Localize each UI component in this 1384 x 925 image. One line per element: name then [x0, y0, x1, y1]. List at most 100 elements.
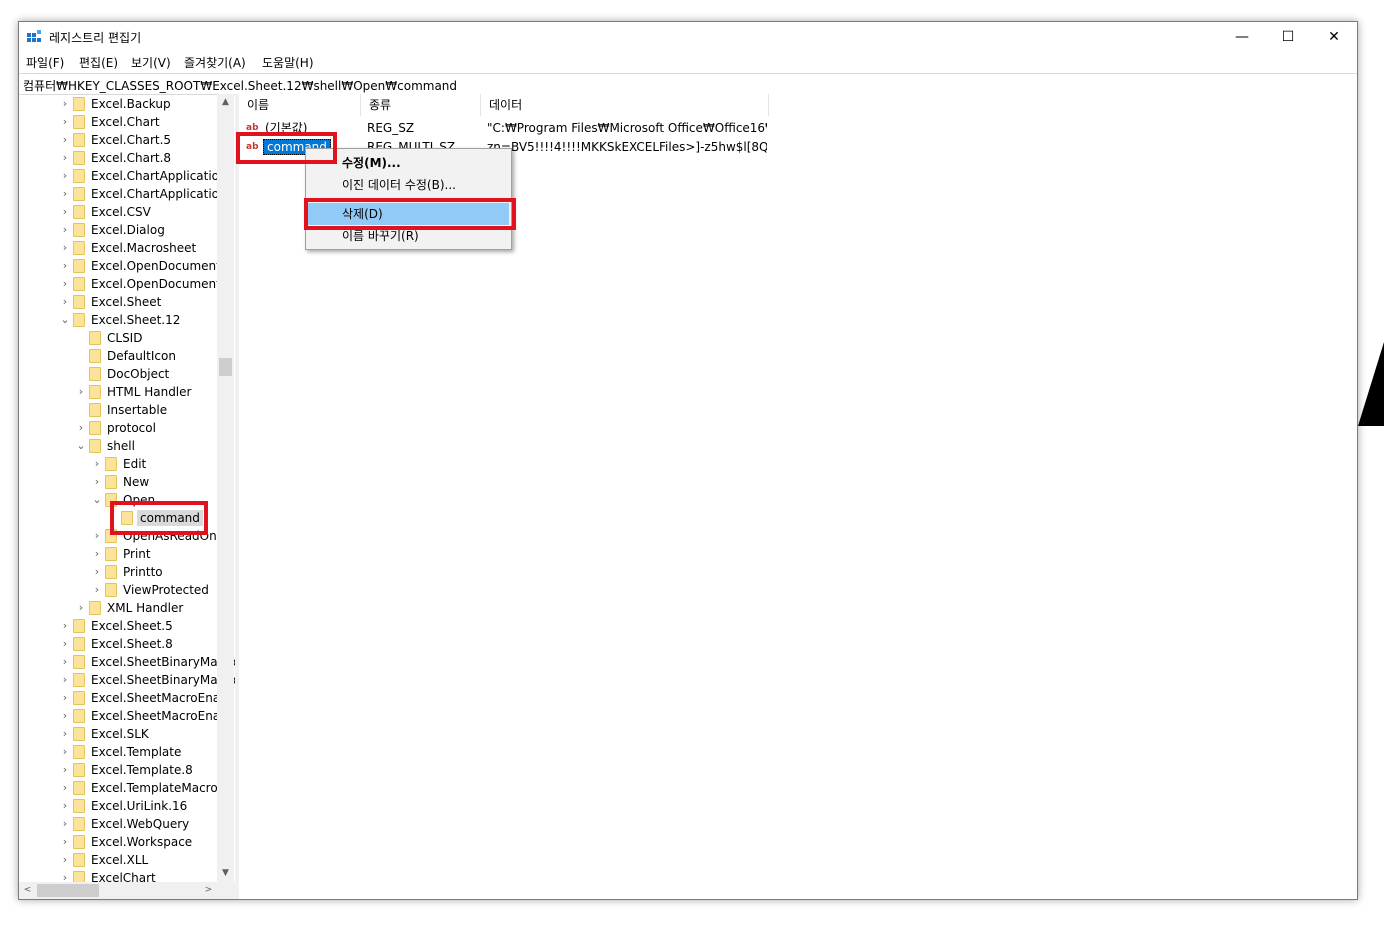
tree-item-label: Excel.UriLink.16: [91, 799, 188, 813]
tree-item-label: Excel.Template: [91, 745, 182, 759]
chevron-right-icon[interactable]: ›: [59, 852, 71, 868]
value-data: zn=BV5!!!!4!!!!MKKSkEXCELFiles>]-z5hw$l[…: [487, 140, 767, 154]
chevron-right-icon[interactable]: ›: [59, 780, 71, 796]
title-bar: 레지스트리 편집기 — ☐ ✕: [19, 22, 1357, 52]
menu-file[interactable]: 파일(F): [26, 54, 64, 71]
chevron-right-icon[interactable]: ›: [59, 870, 71, 882]
folder-icon: [89, 421, 101, 435]
column-header-data[interactable]: 데이터: [481, 94, 769, 116]
chevron-right-icon[interactable]: ›: [59, 276, 71, 292]
minimize-button[interactable]: —: [1219, 22, 1265, 52]
chevron-right-icon[interactable]: ›: [59, 150, 71, 166]
chevron-right-icon[interactable]: ›: [59, 654, 71, 670]
chevron-down-icon[interactable]: ⌄: [59, 312, 71, 328]
tree-item-label: Excel.ChartApplication.: [91, 187, 231, 201]
folder-icon: [89, 349, 101, 363]
chevron-right-icon[interactable]: ›: [59, 294, 71, 310]
address-bar[interactable]: 컴퓨터₩HKEY_CLASSES_ROOT₩Excel.Sheet.12₩she…: [19, 73, 1357, 95]
chevron-right-icon[interactable]: ›: [59, 222, 71, 238]
chevron-right-icon[interactable]: ›: [59, 834, 71, 850]
highlight-box-tree-command: [110, 501, 208, 535]
tree-item-label: Excel.Backup: [91, 97, 171, 111]
chevron-right-icon[interactable]: ›: [59, 240, 71, 256]
folder-icon: [89, 367, 101, 381]
folder-icon: [73, 799, 85, 813]
tree-item-label: ExcelChart: [91, 871, 156, 882]
address-path[interactable]: 컴퓨터₩HKEY_CLASSES_ROOT₩Excel.Sheet.12₩she…: [23, 77, 457, 94]
folder-icon: [89, 385, 101, 399]
tree-item-label: Printto: [123, 565, 163, 579]
scroll-right-arrow[interactable]: >: [200, 882, 217, 899]
folder-icon: [73, 169, 85, 183]
menu-modify[interactable]: 수정(M)...: [308, 152, 509, 174]
tree-item-label: protocol: [107, 421, 156, 435]
maximize-button[interactable]: ☐: [1265, 22, 1311, 52]
value-data: "C:₩Program Files₩Microsoft Office₩Offic…: [487, 121, 767, 135]
menu-edit[interactable]: 편집(E): [79, 54, 118, 71]
chevron-right-icon[interactable]: ›: [59, 762, 71, 778]
tree-item-label: DefaultIcon: [107, 349, 176, 363]
chevron-right-icon[interactable]: ›: [59, 96, 71, 112]
tree-item-label: Excel.CSV: [91, 205, 151, 219]
close-button[interactable]: ✕: [1311, 22, 1357, 52]
column-header-name[interactable]: 이름: [239, 94, 361, 116]
menu-bar: 파일(F) 편집(E) 보기(V) 즐겨찾기(A) 도움말(H): [19, 52, 1357, 72]
chevron-right-icon[interactable]: ›: [59, 186, 71, 202]
key-tree: › Excel.Backup › Excel.Chart › Excel.Chart.5 ›…: [19, 94, 235, 882]
tree-vertical-scrollbar[interactable]: ▲ ▼: [217, 94, 234, 882]
chevron-right-icon[interactable]: ›: [91, 546, 103, 562]
chevron-right-icon[interactable]: ›: [59, 744, 71, 760]
tree-item-label: Excel.WebQuery: [91, 817, 190, 831]
chevron-right-icon[interactable]: ›: [59, 798, 71, 814]
tree-item-label: shell: [107, 439, 135, 453]
tree-item-label: HTML Handler: [107, 385, 192, 399]
column-header-type[interactable]: 종류: [361, 94, 481, 116]
chevron-right-icon[interactable]: ›: [59, 690, 71, 706]
chevron-right-icon[interactable]: ›: [91, 456, 103, 472]
menu-help[interactable]: 도움말(H): [262, 54, 314, 71]
tree-item-label: Excel.OpenDocumentS: [91, 277, 229, 291]
chevron-right-icon[interactable]: ›: [59, 114, 71, 130]
scroll-up-arrow[interactable]: ▲: [217, 94, 234, 111]
tree-item-label: Excel.Workspace: [91, 835, 193, 849]
scroll-thumb[interactable]: [219, 358, 232, 376]
chevron-right-icon[interactable]: ›: [75, 420, 87, 436]
menu-modify-binary[interactable]: 이진 데이터 수정(B)...: [308, 174, 509, 196]
folder-icon: [73, 151, 85, 165]
chevron-down-icon[interactable]: ⌄: [91, 492, 103, 508]
chevron-right-icon[interactable]: ›: [91, 564, 103, 580]
menu-favorites[interactable]: 즐겨찾기(A): [184, 54, 246, 71]
tree-item-label: ViewProtected: [123, 583, 209, 597]
menu-view[interactable]: 보기(V): [131, 54, 171, 71]
chevron-right-icon[interactable]: ›: [59, 672, 71, 688]
scroll-down-arrow[interactable]: ▼: [217, 865, 234, 882]
chevron-right-icon[interactable]: ›: [59, 726, 71, 742]
tree-item-label: Excel.Sheet.8: [91, 637, 173, 651]
chevron-right-icon[interactable]: ›: [91, 582, 103, 598]
folder-icon: [105, 457, 117, 471]
folder-icon: [73, 115, 85, 129]
chevron-right-icon[interactable]: ›: [75, 600, 87, 616]
chevron-right-icon[interactable]: ›: [59, 618, 71, 634]
tree-item-label: Excel.SheetMacroEnabl: [91, 691, 232, 705]
chevron-right-icon[interactable]: ›: [91, 528, 103, 544]
chevron-right-icon[interactable]: ›: [59, 258, 71, 274]
chevron-right-icon[interactable]: ›: [59, 636, 71, 652]
horizontal-scroll-thumb[interactable]: [37, 884, 99, 897]
folder-icon: [73, 853, 85, 867]
tree-horizontal-scrollbar[interactable]: < >: [19, 882, 235, 899]
chevron-right-icon[interactable]: ›: [59, 816, 71, 832]
scroll-left-arrow[interactable]: <: [19, 882, 36, 899]
chevron-right-icon[interactable]: ›: [59, 168, 71, 184]
chevron-right-icon[interactable]: ›: [91, 474, 103, 490]
tree-item-label: Excel.OpenDocumentS: [91, 259, 229, 273]
folder-icon: [73, 871, 85, 882]
chevron-right-icon[interactable]: ›: [59, 132, 71, 148]
chevron-right-icon[interactable]: ›: [75, 384, 87, 400]
chevron-right-icon[interactable]: ›: [59, 708, 71, 724]
chevron-right-icon[interactable]: ›: [59, 204, 71, 220]
folder-icon: [73, 727, 85, 741]
tree-item-label: Excel.SheetBinaryMacro: [91, 673, 235, 687]
chevron-down-icon[interactable]: ⌄: [75, 438, 87, 454]
